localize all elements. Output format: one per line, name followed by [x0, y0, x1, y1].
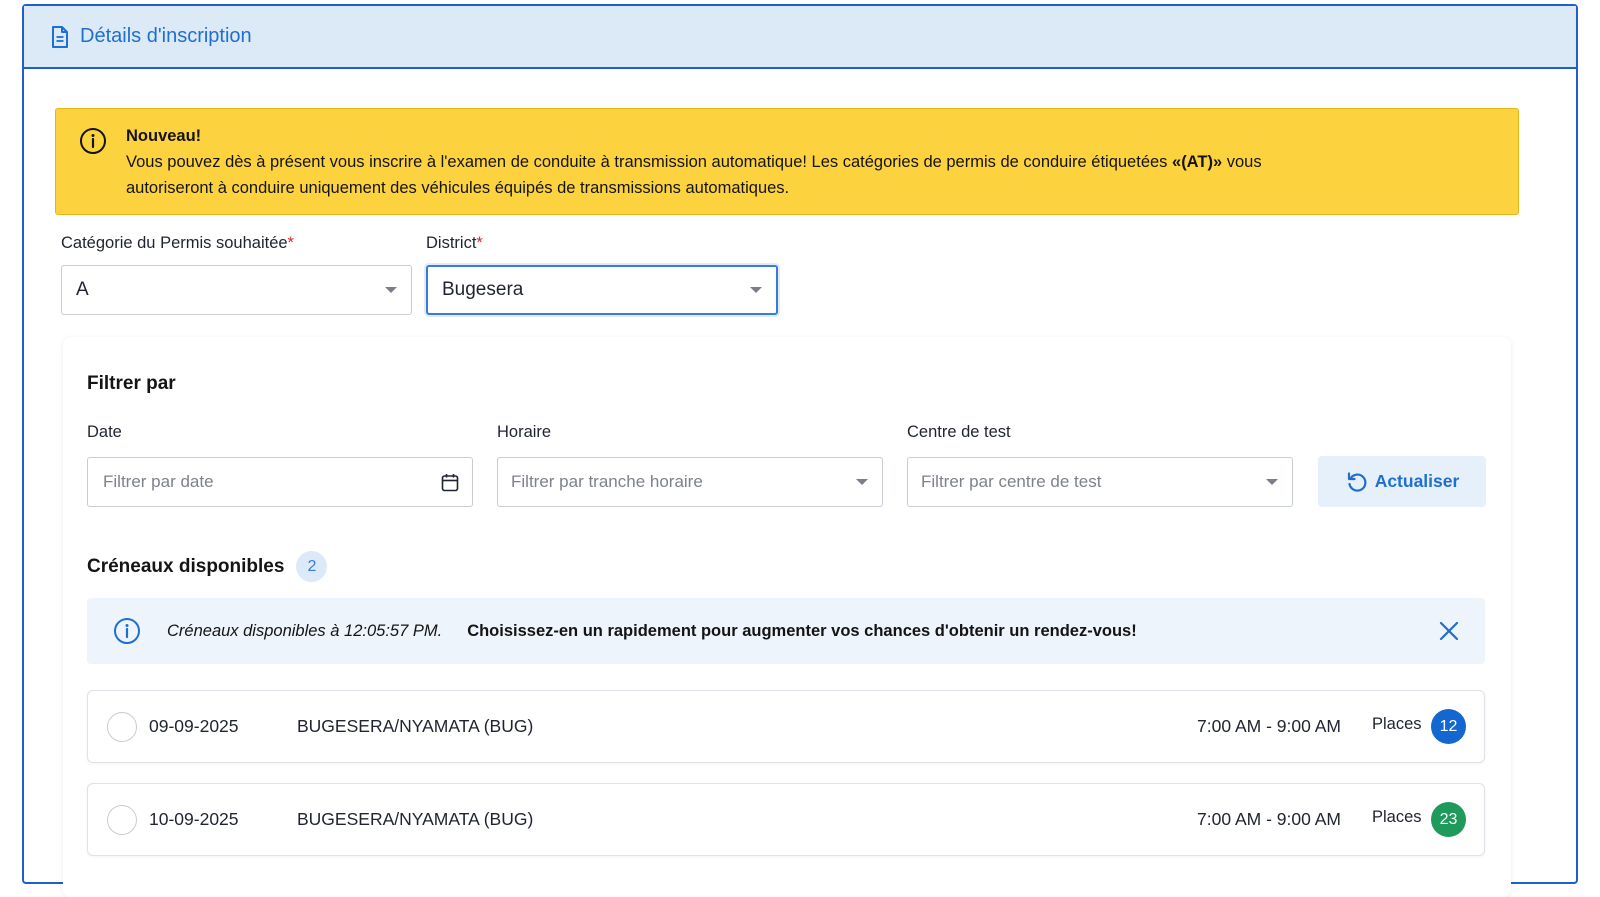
date-filter-placeholder: Filtrer par date [103, 472, 214, 491]
chevron-down-icon [1266, 479, 1278, 485]
slot-date: 09-09-2025 [149, 716, 239, 736]
alert-message: Choisissez-en un rapidement pour augment… [467, 621, 1137, 640]
panel-header: Détails d'inscription [24, 6, 1576, 69]
center-filter-label: Centre de test [907, 423, 1011, 441]
schedule-filter-placeholder: Filtrer par tranche horaire [511, 472, 703, 491]
schedule-filter-label: Horaire [497, 423, 552, 441]
info-icon [114, 618, 140, 644]
slot-date: 10-09-2025 [149, 809, 239, 829]
refresh-button-label: Actualiser [1374, 471, 1460, 491]
calendar-icon[interactable] [441, 473, 459, 492]
category-select[interactable]: A [61, 265, 412, 315]
district-select[interactable]: Bugesera [426, 265, 778, 315]
chevron-down-icon [385, 287, 397, 293]
notice-line-2: autoriseront à conduire uniquement des v… [126, 179, 790, 197]
notice-text: Vous pouvez dès à présent vous inscrire … [126, 153, 1173, 171]
slots-title: Créneaux disponibles [87, 555, 285, 577]
chevron-down-icon [856, 479, 868, 485]
district-label: District* [426, 234, 483, 252]
panel-title: Détails d'inscription [80, 25, 252, 47]
refresh-button[interactable]: Actualiser [1318, 456, 1486, 507]
slot-row[interactable]: 09-09-2025 BUGESERA/NYAMATA (BUG) 7:00 A… [87, 690, 1485, 763]
slots-alert: Créneaux disponibles à 12:05:57 PM. Choi… [87, 598, 1485, 664]
slot-radio[interactable] [107, 805, 137, 835]
slot-center: BUGESERA/NYAMATA (BUG) [297, 809, 534, 829]
refresh-icon [1347, 471, 1367, 492]
notice-at-tag: «(AT)» [1172, 153, 1223, 171]
slot-time: 7:00 AM - 9:00 AM [1197, 716, 1341, 736]
automatic-transmission-notice: Nouveau! Vous pouvez dès à présent vous … [55, 108, 1519, 215]
alert-time-text: Créneaux disponibles à 12:05:57 PM. [167, 621, 443, 640]
category-select-value: A [76, 279, 89, 300]
district-select-value: Bugesera [442, 279, 524, 300]
info-icon [80, 128, 106, 154]
document-icon [52, 25, 68, 48]
slot-row[interactable]: 10-09-2025 BUGESERA/NYAMATA (BUG) 7:00 A… [87, 783, 1485, 856]
slot-places-label: Places [1372, 808, 1422, 826]
close-icon[interactable] [1439, 621, 1459, 641]
slots-card: Filtrer par Date Filtrer par date Horair… [63, 337, 1511, 897]
date-filter-input[interactable]: Filtrer par date [87, 457, 473, 507]
notice-line-1: Vous pouvez dès à présent vous inscrire … [126, 149, 1498, 175]
filter-title: Filtrer par [87, 373, 176, 394]
registration-panel: Détails d'inscription Nouveau! Vous pouv… [22, 4, 1578, 897]
date-filter-label: Date [87, 423, 122, 441]
slot-center: BUGESERA/NYAMATA (BUG) [297, 716, 534, 736]
notice-text: vous [1222, 153, 1262, 171]
center-filter-placeholder: Filtrer par centre de test [921, 472, 1102, 491]
slot-radio[interactable] [107, 712, 137, 742]
schedule-filter-select[interactable]: Filtrer par tranche horaire [497, 457, 883, 507]
slot-time: 7:00 AM - 9:00 AM [1197, 809, 1341, 829]
slot-places-label: Places [1372, 715, 1422, 733]
slots-count-badge: 2 [296, 551, 328, 582]
notice-title: Nouveau! [126, 127, 202, 145]
chevron-down-icon [750, 287, 762, 293]
center-filter-select[interactable]: Filtrer par centre de test [907, 457, 1293, 507]
slot-places-badge: 23 [1431, 802, 1466, 837]
slot-places-badge: 12 [1431, 709, 1466, 744]
category-label: Catégorie du Permis souhaitée* [61, 234, 294, 252]
slots-heading: Créneaux disponibles 2 [87, 551, 328, 582]
